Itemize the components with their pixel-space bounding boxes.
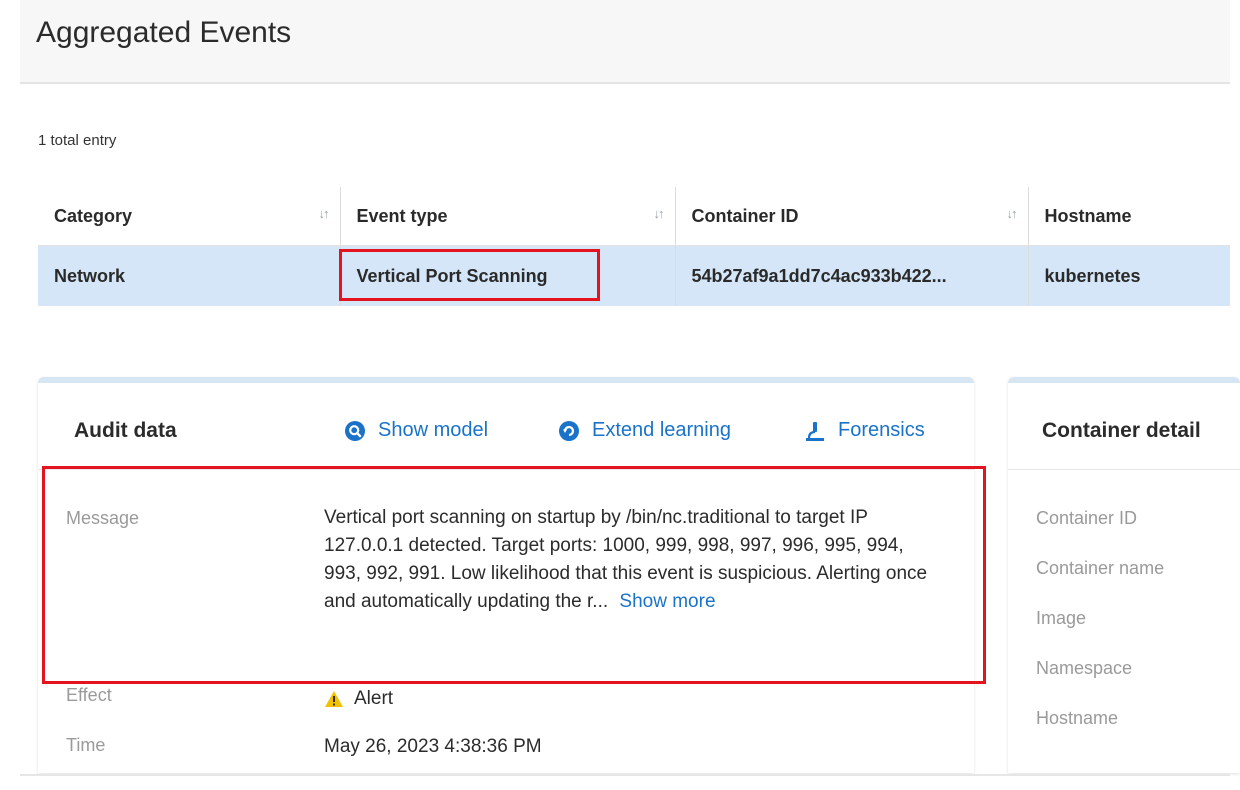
effect-value-text: Alert bbox=[354, 688, 394, 709]
column-header-label: Event type bbox=[356, 205, 448, 226]
sort-icon[interactable]: ↓↑ bbox=[654, 206, 665, 221]
column-header-event-type[interactable]: Event type ↓↑ bbox=[339, 187, 675, 246]
effect-value: Alert bbox=[324, 685, 393, 713]
column-header-label: Container ID bbox=[691, 205, 799, 226]
total-entries-count: 1 total entry bbox=[38, 132, 117, 149]
column-header-hostname[interactable]: Hostname bbox=[1027, 187, 1230, 246]
column-header-label: Hostname bbox=[1044, 205, 1132, 226]
effect-label: Effect bbox=[66, 685, 112, 705]
cell-hostname: kubernetes bbox=[1027, 245, 1230, 306]
table-header-row: Category ↓↑ Event type ↓↑ Container ID ↓… bbox=[38, 187, 1230, 246]
cell-category: Network bbox=[38, 245, 340, 306]
container-card-title: Container detail bbox=[1042, 419, 1201, 442]
table-row[interactable]: Network Vertical Port Scanning 54b27af9a… bbox=[38, 245, 1230, 306]
event-type-highlight-box bbox=[339, 249, 600, 301]
image-label: Image bbox=[1036, 608, 1087, 628]
audit-card-title: Audit data bbox=[74, 419, 177, 442]
column-header-label: Category bbox=[54, 205, 133, 226]
hostname-label: Hostname bbox=[1036, 708, 1119, 728]
events-table-wrapper: Category ↓↑ Event type ↓↑ Container ID ↓… bbox=[38, 187, 1230, 307]
show-model-icon bbox=[345, 420, 365, 441]
time-value: May 26, 2023 4:38:36 PM bbox=[324, 736, 542, 757]
extend-learning-button[interactable]: Extend learning bbox=[558, 419, 731, 442]
bottom-divider bbox=[20, 774, 1230, 776]
show-model-button[interactable]: Show model bbox=[344, 419, 488, 442]
extend-learning-label: Extend learning bbox=[592, 419, 731, 441]
forensics-label: Forensics bbox=[838, 419, 925, 441]
warning-icon bbox=[325, 691, 343, 707]
page: Aggregated Events 1 total entry Category… bbox=[0, 0, 1240, 790]
page-header: Aggregated Events bbox=[20, 0, 1230, 84]
forensics-button[interactable]: Forensics bbox=[804, 419, 925, 442]
page-title: Aggregated Events bbox=[36, 16, 292, 49]
container-card-header: Container detail bbox=[1008, 383, 1240, 470]
message-highlight-box bbox=[42, 466, 986, 684]
sort-icon[interactable]: ↓↑ bbox=[319, 206, 330, 221]
events-table: Category ↓↑ Event type ↓↑ Container ID ↓… bbox=[38, 187, 1230, 306]
time-label: Time bbox=[66, 735, 106, 755]
container-name-label: Container name bbox=[1036, 558, 1165, 578]
extend-learning-icon bbox=[559, 420, 579, 441]
container-details-card: Container detail Container ID Container … bbox=[1008, 377, 1240, 773]
show-model-label: Show model bbox=[378, 419, 489, 441]
namespace-label: Namespace bbox=[1036, 658, 1133, 678]
sort-icon[interactable]: ↓↑ bbox=[1007, 206, 1018, 221]
container-id-label: Container ID bbox=[1036, 508, 1138, 528]
column-header-container-id[interactable]: Container ID ↓↑ bbox=[674, 187, 1028, 246]
forensics-icon bbox=[806, 421, 824, 441]
cell-container-id: 54b27af9a1dd7c4ac933b422... bbox=[674, 245, 1028, 306]
column-header-category[interactable]: Category ↓↑ bbox=[38, 187, 340, 246]
audit-card-header: Audit data Show model Extend learning Fo… bbox=[38, 383, 974, 470]
